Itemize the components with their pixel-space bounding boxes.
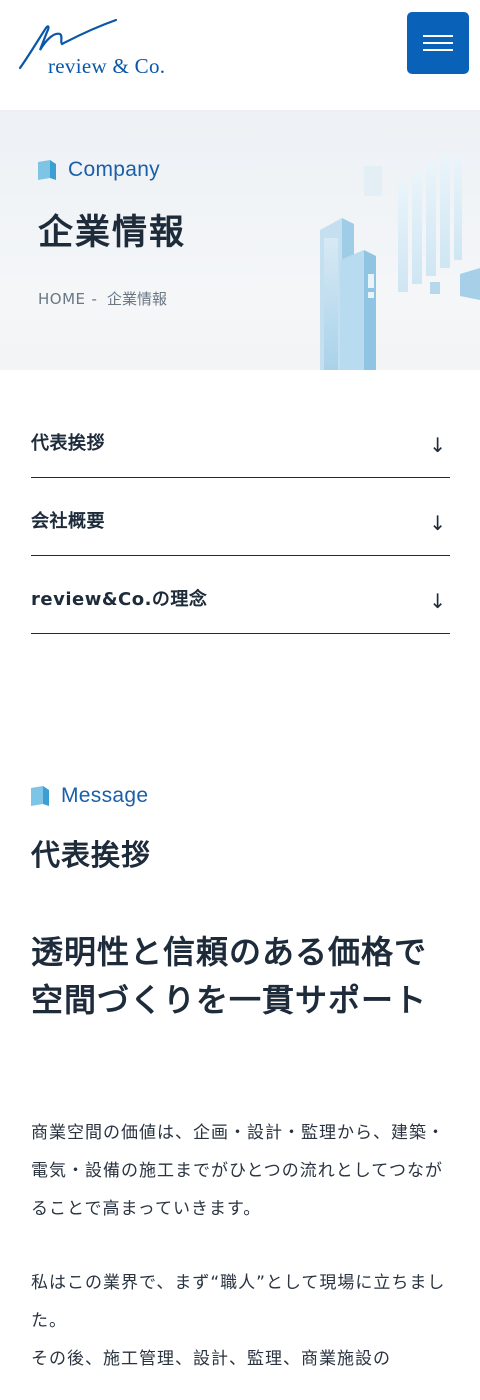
hamburger-line-middle: [423, 42, 453, 44]
message-heading: 代表挨拶: [31, 838, 152, 872]
breadcrumb-separator: -: [91, 289, 97, 308]
hamburger-line-top: [423, 35, 453, 37]
hamburger-line-bottom: [423, 49, 453, 51]
anchor-link-overview[interactable]: 会社概要 ↓: [31, 478, 450, 556]
page-hero: Company 企業情報 HOME - 企業情報: [0, 110, 480, 370]
logo[interactable]: review & Co.: [16, 14, 176, 78]
anchor-link-message[interactable]: 代表挨拶 ↓: [31, 408, 450, 478]
arrow-down-icon: ↓: [429, 589, 446, 613]
anchor-link-label: review&Co.の理念: [31, 589, 208, 610]
anchor-link-label: 代表挨拶: [31, 433, 105, 454]
message-body: 商業空間の価値は、企画・設計・監理から、建築・電気・設備の施工までがひとつの流れ…: [31, 1114, 451, 1400]
page-title: 企業情報: [38, 213, 187, 253]
anchor-link-label: 会社概要: [31, 511, 105, 532]
folded-square-icon: [31, 786, 49, 806]
message-eyebrow: Message: [31, 784, 148, 808]
building-illustration: [320, 156, 480, 370]
arrow-down-icon: ↓: [429, 511, 446, 535]
message-paragraph: 私はこの業界で、まず“職人”として現場に立ちました。 その後、施工管理、設計、監…: [31, 1273, 446, 1369]
folded-square-icon: [38, 160, 56, 180]
anchor-nav: 代表挨拶 ↓ 会社概要 ↓ review&Co.の理念 ↓: [31, 408, 450, 634]
message-lead: 透明性と信頼のある価格で空間づくりを一貫サポート: [31, 933, 428, 1019]
breadcrumb-current: 企業情報: [106, 290, 167, 308]
message-paragraph: 商業空間の価値は、企画・設計・監理から、建築・電気・設備の施工までがひとつの流れ…: [31, 1123, 445, 1219]
site-header: review & Co.: [0, 0, 480, 110]
hero-eyebrow: Company: [38, 158, 160, 182]
message-eyebrow-text: Message: [61, 784, 149, 807]
logo-text: review & Co.: [48, 54, 166, 78]
menu-button[interactable]: [407, 12, 469, 74]
arrow-down-icon: ↓: [429, 433, 446, 457]
hero-eyebrow-text: Company: [68, 158, 160, 181]
breadcrumb: HOME - 企業情報: [38, 288, 167, 309]
breadcrumb-home-link[interactable]: HOME: [38, 290, 86, 308]
anchor-link-philosophy[interactable]: review&Co.の理念 ↓: [31, 556, 450, 634]
